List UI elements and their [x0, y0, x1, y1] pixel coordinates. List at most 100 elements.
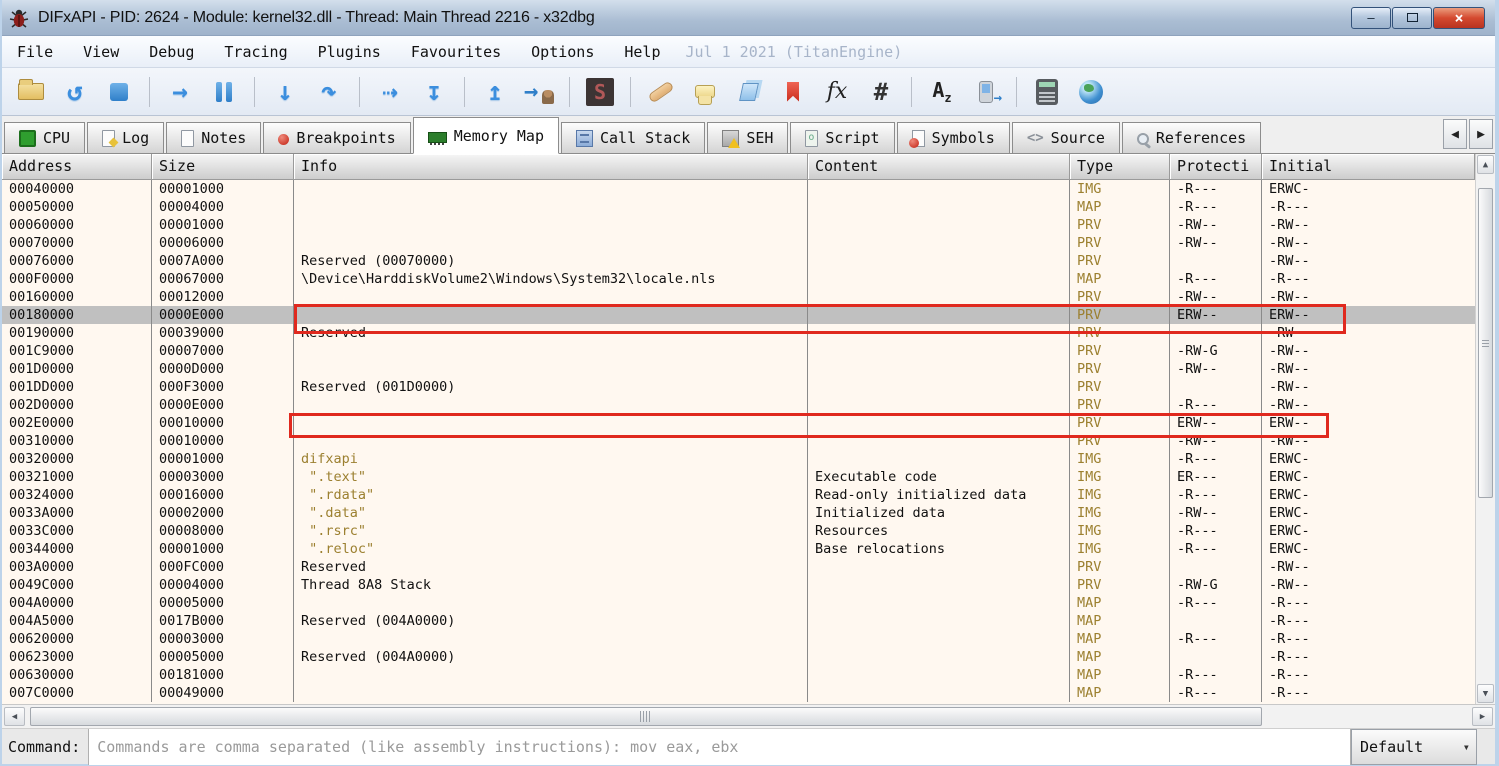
cell-initial: -RW-- [1269, 235, 1310, 251]
profile-dropdown[interactable]: Default [1351, 728, 1477, 765]
functions-button[interactable]: fx [818, 73, 856, 111]
tab-symbols[interactable]: Symbols [896, 122, 1010, 153]
column-header-size[interactable]: Size [152, 154, 294, 180]
table-row[interactable]: 00344000 00001000 ".reloc" Base relocation… [2, 540, 1475, 558]
table-row[interactable]: 004A0000 00005000 MAP -R--- -R--- [2, 594, 1475, 612]
close-button[interactable]: × [1433, 6, 1485, 29]
menu-file[interactable]: File [2, 39, 68, 65]
table-row[interactable]: 00310000 00010000 PRV -RW-- -RW-- [2, 432, 1475, 450]
run-to-user-code-button[interactable] [520, 73, 558, 111]
tab-log[interactable]: Log [87, 122, 165, 153]
tab-seh[interactable]: SEH [707, 122, 789, 153]
column-header-initial[interactable]: Initial [1262, 154, 1475, 180]
table-row[interactable]: 002E0000 00010000 PRV ERW-- ERW-- [2, 414, 1475, 432]
bookmarks-button[interactable] [774, 73, 812, 111]
table-row[interactable]: 0049C000 00004000 Thread 8A8 Stack PRV -RW-G… [2, 576, 1475, 594]
tab-call-stack[interactable]: Call Stack [561, 122, 706, 153]
table-row[interactable]: 001DD000 000F3000 Reserved (001D0000) PRV -R… [2, 378, 1475, 396]
step-over-button[interactable]: ↷ [310, 73, 348, 111]
table-row[interactable]: 00180000 0000E000 PRV ERW-- ERW-- [2, 306, 1475, 324]
tab-source[interactable]: <> Source [1011, 122, 1120, 153]
table-row[interactable]: 00630000 00181000 MAP -R--- -R--- [2, 666, 1475, 684]
table-row[interactable]: 00076000 0007A000 Reserved (00070000) PRV -R… [2, 252, 1475, 270]
table-row[interactable]: 001C9000 00007000 PRV -RW-G -RW-- [2, 342, 1475, 360]
toolbar-separator [359, 76, 360, 107]
table-row[interactable]: 007C0000 00049000 MAP -R--- -R--- [2, 684, 1475, 702]
menu-plugins[interactable]: Plugins [303, 39, 396, 65]
table-row[interactable]: 00623000 00005000 Reserved (004A0000) MAP -R… [2, 648, 1475, 666]
tab-scroll-left-icon[interactable]: ◀ [1443, 119, 1467, 149]
cell-content [808, 558, 1070, 576]
restart-button[interactable]: ↺ [56, 73, 94, 111]
table-row[interactable]: 00190000 00039000 Reserved PRV -RW-- [2, 324, 1475, 342]
table-row[interactable]: 0033C000 00008000 ".rsrc" Resources IMG -R--… [2, 522, 1475, 540]
table-row[interactable]: 002D0000 0000E000 PRV -R--- -RW-- [2, 396, 1475, 414]
menu-tracing[interactable]: Tracing [209, 39, 302, 65]
hash-button[interactable]: # [862, 73, 900, 111]
table-row[interactable]: 001D0000 0000D000 PRV -RW-- -RW-- [2, 360, 1475, 378]
table-row[interactable]: 00070000 00006000 PRV -RW-- -RW-- [2, 234, 1475, 252]
tab-cpu[interactable]: CPU [4, 122, 86, 153]
animate-over-button[interactable]: ⇢ [371, 73, 409, 111]
menu-help[interactable]: Help [609, 39, 675, 65]
horizontal-scroll-thumb[interactable] [30, 707, 1262, 726]
tab-notes[interactable]: Notes [166, 122, 262, 153]
table-row[interactable]: 00620000 00003000 MAP -R--- -R--- [2, 630, 1475, 648]
table-row[interactable]: 00060000 00001000 PRV -RW-- -RW-- [2, 216, 1475, 234]
pause-button[interactable] [205, 73, 243, 111]
labels-button[interactable] [730, 73, 768, 111]
menu-favourites[interactable]: Favourites [396, 39, 516, 65]
comments-button[interactable] [686, 73, 724, 111]
cell-info [294, 666, 808, 684]
scroll-right-icon[interactable]: ▶ [1472, 707, 1493, 726]
cell-info: Reserved (004A0000) [294, 612, 808, 630]
horizontal-scrollbar[interactable]: ◀ ▶ [2, 704, 1495, 728]
cell-protect: -R--- [1170, 594, 1262, 612]
minimize-button[interactable]: — [1351, 6, 1391, 29]
tab-references[interactable]: References [1121, 122, 1262, 153]
column-header-type[interactable]: Type [1070, 154, 1170, 180]
table-row[interactable]: 0033A000 00002000 ".data" Initialized data… [2, 504, 1475, 522]
column-header-address[interactable]: Address [2, 154, 152, 180]
tab-script[interactable]: Script [790, 122, 895, 153]
column-header-info[interactable]: Info [294, 154, 808, 180]
phone-forward-button[interactable] [967, 73, 1005, 111]
cell-content [808, 396, 1070, 414]
tab-memory-map[interactable]: Memory Map [412, 117, 559, 154]
menu-debug[interactable]: Debug [134, 39, 209, 65]
maximize-button[interactable] [1392, 6, 1432, 29]
table-row[interactable]: 00320000 00001000 difxapi IMG -R--- ERWC- [2, 450, 1475, 468]
vertical-scrollbar[interactable]: ▲ ▼ [1475, 154, 1495, 704]
scroll-down-icon[interactable]: ▼ [1477, 684, 1494, 703]
run-button[interactable]: → [161, 73, 199, 111]
column-header-content[interactable]: Content [808, 154, 1070, 180]
patches-button[interactable] [642, 73, 680, 111]
cell-address: 00160000 [2, 288, 152, 306]
calculator-button[interactable] [1028, 73, 1066, 111]
menu-view[interactable]: View [68, 39, 134, 65]
table-row[interactable]: 00050000 00004000 MAP -R--- -R--- [2, 198, 1475, 216]
menu-options[interactable]: Options [516, 39, 609, 65]
globe-button[interactable] [1072, 73, 1110, 111]
table-row[interactable]: 003A0000 000FC000 Reserved PRV -RW-- [2, 558, 1475, 576]
stop-button[interactable] [100, 73, 138, 111]
case-button[interactable]: Az [923, 73, 961, 111]
scroll-up-icon[interactable]: ▲ [1477, 155, 1494, 174]
vertical-scroll-thumb[interactable] [1478, 188, 1493, 498]
step-into-button[interactable]: ↓ [266, 73, 304, 111]
step-out-button[interactable]: ↧ [415, 73, 453, 111]
tab-breakpoints[interactable]: Breakpoints [263, 122, 411, 153]
trace-record-button[interactable]: S [581, 73, 619, 111]
tab-scroll-right-icon[interactable]: ▶ [1469, 119, 1493, 149]
command-input[interactable] [88, 728, 1351, 765]
table-row[interactable]: 00160000 00012000 PRV -RW-- -RW-- [2, 288, 1475, 306]
column-header-protect[interactable]: Protecti [1170, 154, 1262, 180]
execute-till-return-button[interactable]: ↥ [476, 73, 514, 111]
table-row[interactable]: 000F0000 00067000 \Device\HarddiskVolume2\… [2, 270, 1475, 288]
scroll-left-icon[interactable]: ◀ [4, 707, 25, 726]
table-row[interactable]: 004A5000 0017B000 Reserved (004A0000) MAP -R… [2, 612, 1475, 630]
open-file-button[interactable] [12, 73, 50, 111]
table-row[interactable]: 00324000 00016000 ".rdata" Read-only initi… [2, 486, 1475, 504]
table-row[interactable]: 00321000 00003000 ".text" Executable code I… [2, 468, 1475, 486]
table-row[interactable]: 00040000 00001000 IMG -R--- ERWC- [2, 180, 1475, 198]
